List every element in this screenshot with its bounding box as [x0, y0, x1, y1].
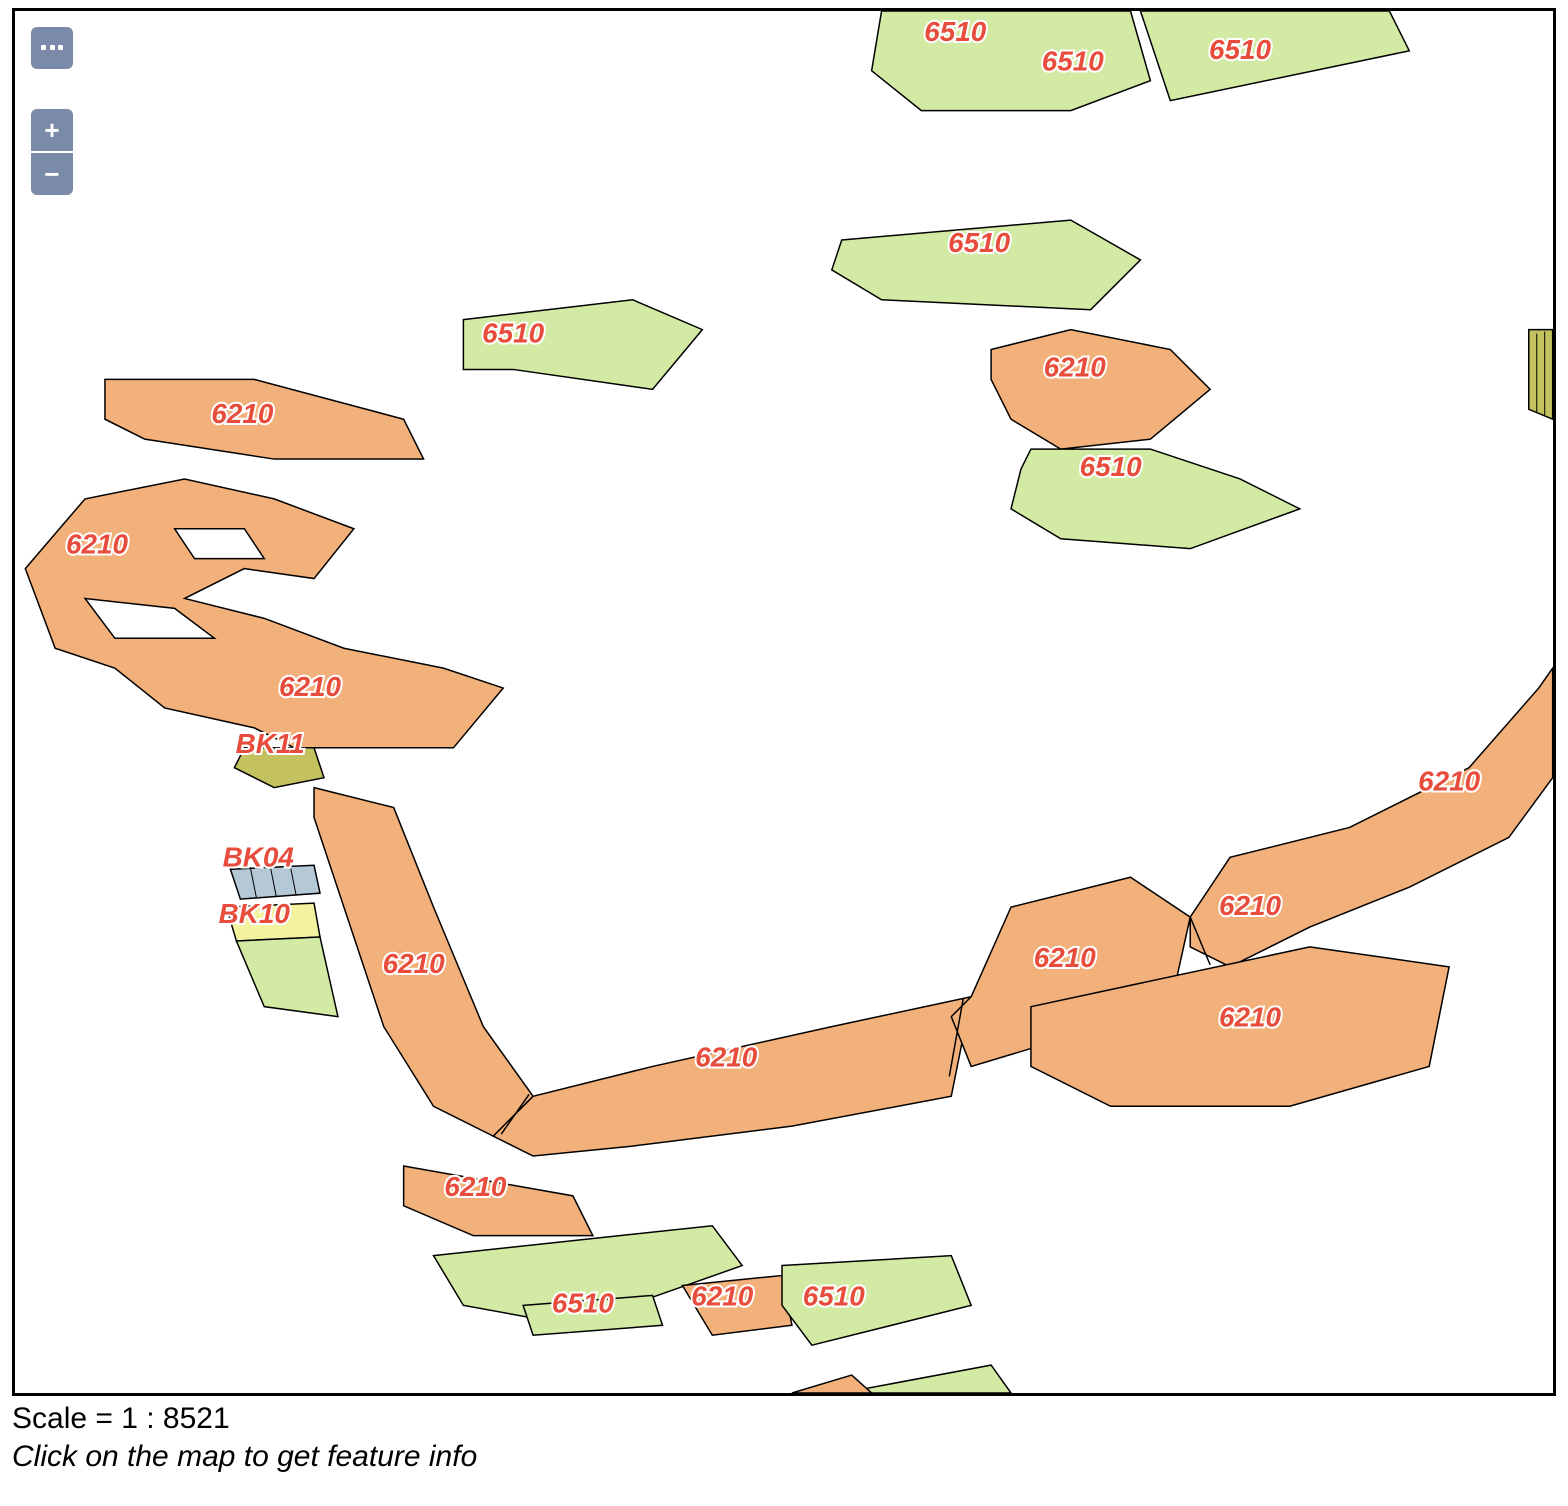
feature-label: 6510: [1042, 46, 1104, 77]
feature-label: BK04: [223, 841, 295, 872]
zoom-in-button[interactable]: +: [31, 109, 73, 151]
feature-label: 6510: [1209, 34, 1271, 65]
feature-label: 6510: [482, 318, 544, 349]
feature-label: 6210: [383, 948, 445, 979]
feature-polygon[interactable]: [493, 997, 971, 1156]
feature-label: 6210: [279, 671, 341, 702]
feature-label: BK11: [236, 728, 305, 759]
plus-icon: +: [44, 117, 59, 143]
feature-label: 6510: [803, 1280, 865, 1311]
feature-polygon[interactable]: [25, 479, 503, 748]
feature-label: 6510: [924, 16, 986, 47]
feature-label: 6210: [444, 1171, 506, 1202]
menu-button[interactable]: [31, 27, 73, 69]
feature-label: 6210: [66, 529, 128, 560]
feature-polygon[interactable]: [1011, 449, 1300, 549]
feature-polygon[interactable]: [236, 937, 338, 1017]
feature-polygon[interactable]: [1140, 11, 1409, 101]
zoom-controls: + −: [31, 109, 73, 195]
more-icon: [41, 45, 63, 51]
feature-polygon[interactable]: [872, 11, 1151, 111]
feature-label: 6210: [1034, 942, 1096, 973]
feature-label: 6210: [211, 398, 273, 429]
feature-label: 6210: [1418, 766, 1480, 797]
feature-polygon[interactable]: [1529, 330, 1553, 420]
map-viewport[interactable]: + −: [12, 8, 1556, 1396]
feature-label: 6210: [1219, 890, 1281, 921]
minus-icon: −: [44, 161, 59, 187]
feature-label: 6510: [552, 1287, 614, 1318]
scale-readout: Scale = 1 : 8521: [12, 1402, 230, 1436]
feature-label: 6210: [1044, 351, 1106, 382]
zoom-out-button[interactable]: −: [31, 153, 73, 195]
feature-polygon[interactable]: [792, 1375, 872, 1393]
feature-polygon[interactable]: [1190, 668, 1552, 967]
feature-polygon[interactable]: [991, 330, 1210, 449]
feature-label: 6210: [1219, 1002, 1281, 1033]
feature-label: 6210: [695, 1041, 757, 1072]
map-canvas[interactable]: 6510 6510 6510 6510 6510 6210 6510 6210 …: [15, 11, 1553, 1393]
feature-label: BK10: [219, 898, 291, 929]
feature-label: 6510: [1080, 451, 1142, 482]
feature-label: 6510: [948, 227, 1010, 258]
feature-label: 6210: [691, 1280, 753, 1311]
hint-text: Click on the map to get feature info: [12, 1440, 477, 1474]
map-controls: + −: [31, 27, 73, 195]
